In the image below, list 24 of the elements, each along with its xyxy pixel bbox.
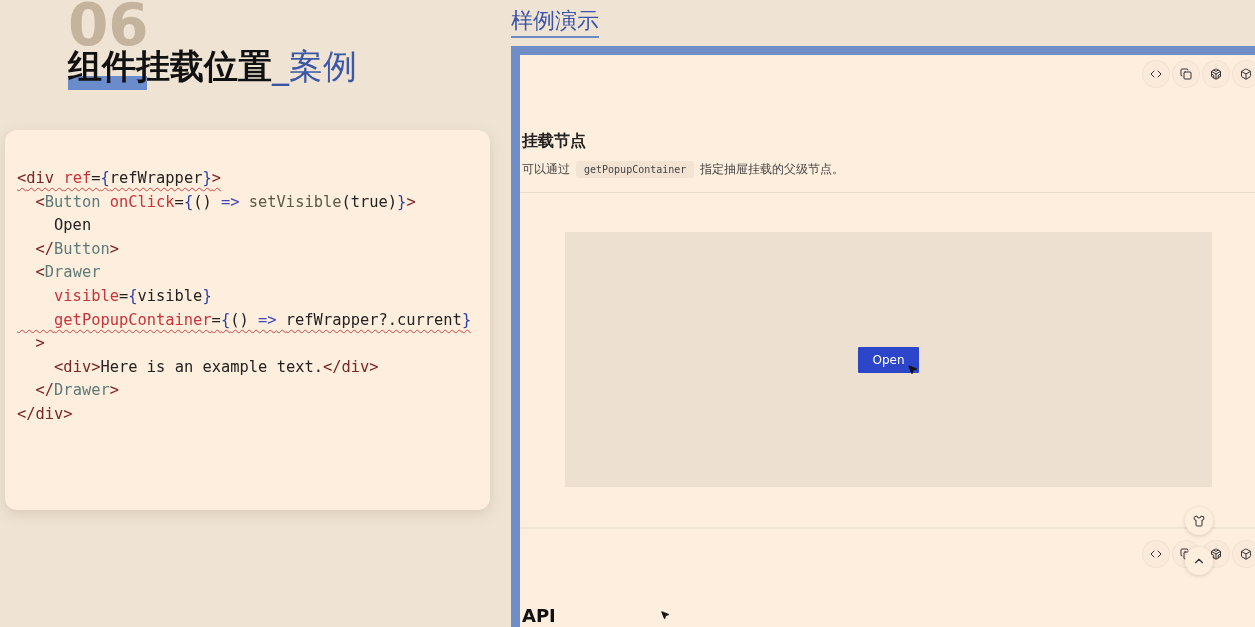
code-line: getPopupContainer={() => refWrapper?.current} [53,309,472,331]
section-heading[interactable]: 样例演示 [511,6,599,38]
code-line: > [34,333,45,355]
api-heading: API [522,607,556,625]
cube-icon[interactable] [1233,61,1255,87]
description: 可以通过 getPopupContainer 指定抽屉挂载的父级节点。 [522,162,845,177]
scroll-up-icon[interactable] [1185,547,1213,575]
cursor-icon [660,610,670,620]
code-line: <div>Here is an example text.</div> [53,356,379,378]
open-button[interactable]: Open [858,346,919,373]
cube-icon[interactable] [1233,541,1255,567]
code-line: <Drawer [34,262,101,284]
code-line: </Drawer> [34,380,119,402]
code-line: Open [53,215,92,237]
code-line: visible={visible} [53,285,212,307]
section-title: 挂载节点 [522,131,586,152]
codesandbox-icon[interactable] [1203,61,1229,87]
code-line: </div> [17,403,73,425]
code-line: <Button onClick={() => setVisible(true)}> [34,191,416,213]
code-line: </Button> [34,238,119,260]
cursor-icon [907,364,918,375]
shirt-icon[interactable] [1185,507,1213,535]
code-line: <div ref={refWrapper}> [17,168,221,189]
slide-title: 组件挂载位置_案例 [68,46,357,90]
